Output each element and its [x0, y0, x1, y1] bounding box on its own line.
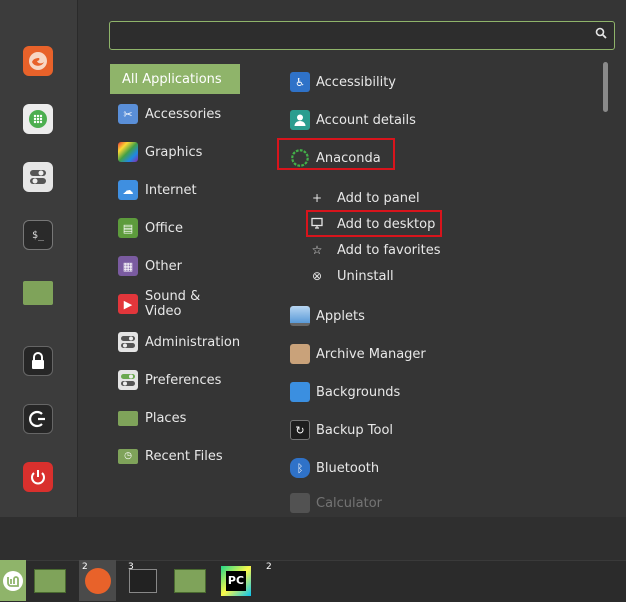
- bluetooth-icon: ᛒ: [290, 458, 310, 478]
- app-label: Anaconda: [316, 150, 381, 166]
- admin-toggle-icon: [118, 332, 138, 352]
- category-preferences[interactable]: Preferences: [110, 365, 240, 395]
- settings-icon[interactable]: [23, 162, 53, 192]
- preferences-toggle-icon: [118, 370, 138, 390]
- category-sound-video[interactable]: ▶ Sound & Video: [110, 289, 240, 319]
- shutdown-icon[interactable]: [23, 462, 53, 492]
- app-anaconda[interactable]: Anaconda: [287, 142, 587, 174]
- app-label: Archive Manager: [316, 346, 426, 362]
- app-archive-manager[interactable]: Archive Manager: [287, 338, 587, 370]
- terminal-icon[interactable]: $_: [23, 220, 53, 250]
- category-label: Sound & Video: [145, 289, 201, 319]
- cloud-icon: ☁: [118, 180, 138, 200]
- category-internet[interactable]: ☁ Internet: [110, 175, 240, 205]
- window-count-badge: 2: [266, 562, 272, 572]
- favorites-sidebar: $_: [0, 0, 78, 517]
- app-label: Account details: [316, 112, 416, 128]
- account-icon: [290, 110, 310, 130]
- application-menu: $_ All Applications ✂ Accessories Graphi…: [0, 0, 626, 517]
- backgrounds-icon: [290, 382, 310, 402]
- terminal-icon: [129, 568, 157, 593]
- context-label: Add to desktop: [337, 216, 436, 232]
- taskbar-files[interactable]: [171, 560, 209, 601]
- app-backgrounds[interactable]: Backgrounds: [287, 376, 587, 408]
- context-add-to-desktop[interactable]: Add to desktop: [309, 212, 435, 236]
- category-administration[interactable]: Administration: [110, 327, 240, 357]
- category-label: Accessories: [145, 106, 222, 122]
- category-label: Preferences: [145, 372, 222, 388]
- category-label: Recent Files: [145, 448, 223, 464]
- context-uninstall[interactable]: ⊗ Uninstall: [309, 264, 394, 288]
- files-icon[interactable]: [23, 281, 53, 305]
- category-label: Other: [145, 258, 182, 274]
- accessibility-icon: ♿: [290, 72, 310, 92]
- backup-icon: ↻: [290, 420, 310, 440]
- app-label: Bluetooth: [316, 460, 380, 476]
- app-applets[interactable]: Applets: [287, 300, 587, 332]
- office-icon: ▤: [118, 218, 138, 238]
- software-manager-icon[interactable]: [23, 104, 53, 134]
- archive-icon: [290, 344, 310, 364]
- applets-icon: [290, 306, 310, 326]
- category-places[interactable]: Places: [110, 403, 240, 433]
- category-label: Administration: [145, 334, 241, 350]
- app-account-details[interactable]: Account details: [287, 104, 587, 136]
- category-recent-files[interactable]: ◷ Recent Files: [110, 441, 240, 471]
- context-add-to-panel[interactable]: + Add to panel: [309, 186, 420, 210]
- context-label: Add to panel: [337, 190, 420, 206]
- grid-icon: ▦: [118, 256, 138, 276]
- context-label: Add to favorites: [337, 242, 441, 258]
- app-accessibility[interactable]: ♿ Accessibility: [287, 66, 587, 98]
- taskbar-pycharm[interactable]: PC: [217, 560, 255, 601]
- pycharm-icon: PC: [221, 565, 251, 596]
- category-label: Internet: [145, 182, 197, 198]
- app-calculator[interactable]: Calculator: [287, 490, 587, 516]
- app-backup-tool[interactable]: ↻ Backup Tool: [287, 414, 587, 446]
- app-label: Calculator: [316, 495, 383, 511]
- uninstall-icon: ⊗: [311, 269, 323, 283]
- lock-screen-icon[interactable]: [23, 346, 53, 376]
- star-icon: ☆: [311, 243, 323, 257]
- app-bluetooth[interactable]: ᛒ Bluetooth: [287, 452, 587, 484]
- files-icon: [174, 568, 206, 593]
- graphics-icon: [118, 142, 138, 162]
- window-count-badge: 3: [128, 562, 134, 572]
- app-label: Backup Tool: [316, 422, 394, 438]
- search-icon[interactable]: [594, 27, 608, 41]
- scissors-icon: ✂: [118, 104, 138, 124]
- plus-icon: +: [311, 191, 323, 205]
- app-label: Applets: [316, 308, 365, 324]
- calculator-icon: [290, 493, 310, 513]
- play-icon: ▶: [118, 294, 138, 314]
- monitor-icon: [309, 217, 325, 232]
- app-label: Backgrounds: [316, 384, 401, 400]
- category-other[interactable]: ▦ Other: [110, 251, 240, 281]
- anaconda-icon: [290, 148, 310, 168]
- scrollbar-thumb[interactable]: [603, 62, 608, 112]
- search-box[interactable]: [109, 21, 615, 50]
- search-input[interactable]: [110, 22, 590, 49]
- category-accessories[interactable]: ✂ Accessories: [110, 99, 240, 129]
- category-office[interactable]: ▤ Office: [110, 213, 240, 243]
- category-label: Places: [145, 410, 187, 426]
- logout-icon[interactable]: [23, 404, 53, 434]
- app-label: Accessibility: [316, 74, 396, 90]
- show-desktop-button[interactable]: [32, 560, 68, 601]
- category-graphics[interactable]: Graphics: [110, 137, 240, 167]
- context-add-to-favorites[interactable]: ☆ Add to favorites: [309, 238, 441, 262]
- folder-icon: [118, 410, 138, 426]
- category-label: Office: [145, 220, 183, 236]
- recent-folder-icon: ◷: [118, 448, 138, 464]
- context-label: Uninstall: [337, 268, 394, 284]
- firefox-icon[interactable]: [23, 46, 53, 76]
- category-label: All Applications: [122, 71, 222, 87]
- window-count-badge: 2: [82, 562, 88, 572]
- category-all-applications[interactable]: All Applications: [110, 64, 240, 94]
- desktop-icon: [34, 568, 66, 593]
- menu-button[interactable]: [0, 560, 26, 601]
- category-label: Graphics: [145, 144, 203, 160]
- firefox-icon: [84, 567, 111, 594]
